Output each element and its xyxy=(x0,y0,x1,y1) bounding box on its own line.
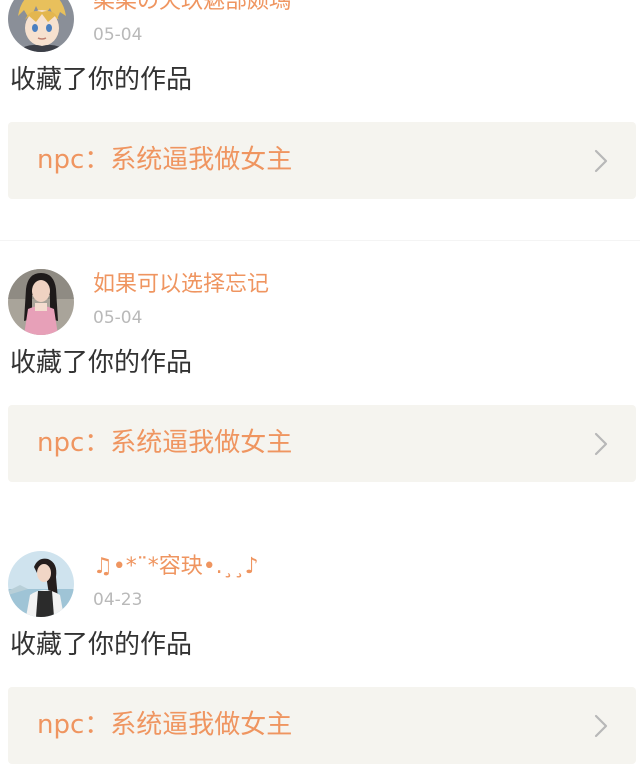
username[interactable]: 柔柔の天玖魅部颇瑪 xyxy=(93,0,291,16)
username[interactable]: 如果可以选择忘记 xyxy=(93,271,269,299)
username[interactable]: ♫•*¨*容玦•.¸¸♪ xyxy=(93,553,259,581)
girl-outdoor-avatar-icon xyxy=(8,551,74,617)
avatar[interactable] xyxy=(8,551,74,617)
timestamp: 05-04 xyxy=(93,25,143,45)
chevron-right-icon xyxy=(594,432,608,456)
action-text: 收藏了你的作品 xyxy=(10,630,193,660)
chevron-right-icon xyxy=(594,149,608,173)
action-text: 收藏了你的作品 xyxy=(10,65,193,95)
work-link[interactable]: npc：系统逼我做女主 xyxy=(8,405,636,482)
notification-item: 如果可以选择忘记 05-04 收藏了你的作品 npc：系统逼我做女主 xyxy=(0,241,640,523)
work-title: npc：系统逼我做女主 xyxy=(37,428,293,458)
work-title: npc：系统逼我做女主 xyxy=(37,710,293,740)
action-text: 收藏了你的作品 xyxy=(10,348,193,378)
notification-feed: 柔柔の天玖魅部颇瑪 05-04 收藏了你的作品 npc：系统逼我做女主 如果可以… xyxy=(0,0,640,782)
chevron-right-icon xyxy=(594,714,608,738)
girl-photo-avatar-icon xyxy=(8,269,74,335)
timestamp: 04-23 xyxy=(93,590,143,610)
notification-item: ♫•*¨*容玦•.¸¸♪ 04-23 收藏了你的作品 npc：系统逼我做女主 xyxy=(0,523,640,782)
notification-item: 柔柔の天玖魅部颇瑪 05-04 收藏了你的作品 npc：系统逼我做女主 xyxy=(0,0,640,240)
work-title: npc：系统逼我做女主 xyxy=(37,145,293,175)
work-link[interactable]: npc：系统逼我做女主 xyxy=(8,687,636,764)
work-link[interactable]: npc：系统逼我做女主 xyxy=(8,122,636,199)
avatar[interactable] xyxy=(8,0,74,52)
anime-boy-avatar-icon xyxy=(8,0,74,52)
avatar[interactable] xyxy=(8,269,74,335)
timestamp: 05-04 xyxy=(93,308,143,328)
